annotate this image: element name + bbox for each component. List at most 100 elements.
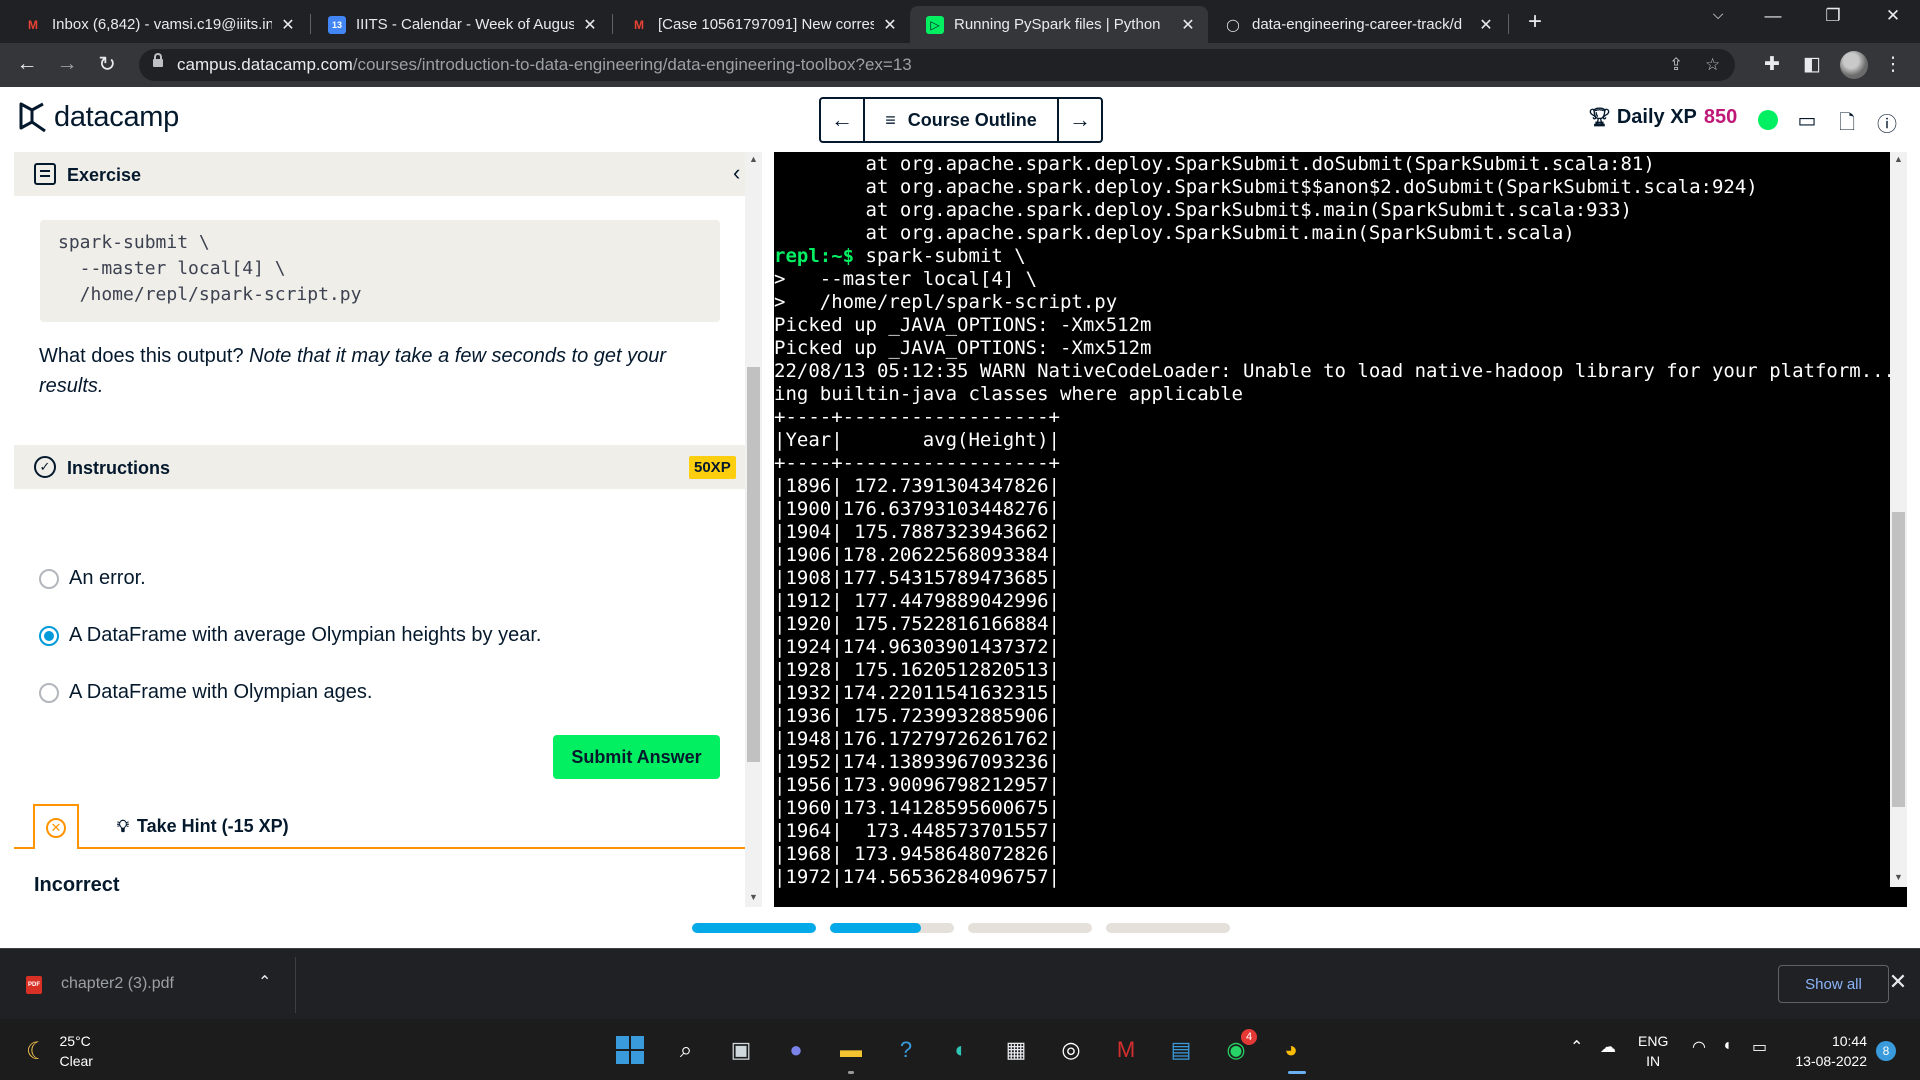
system-clock[interactable]: 10:44 13-08-2022 — [1785, 1031, 1867, 1071]
terminal-output-line: 22/08/13 05:12:35 WARN NativeCodeLoader:… — [774, 360, 1907, 382]
course-outline-button[interactable]: ≡ Course Outline — [863, 99, 1059, 141]
close-tab-icon[interactable]: ✕ — [278, 15, 298, 35]
forward-arrow-icon[interactable]: → — [52, 52, 82, 76]
scroll-up-icon[interactable]: ▲ — [1890, 154, 1907, 164]
browser-tab-calendar[interactable]: 13 IIITS - Calendar - Week of August ✕ — [312, 6, 610, 43]
browser-tab-gmail-case[interactable]: M [Case 10561797091] New corresp ✕ — [614, 6, 910, 43]
time: 10:44 — [1831, 1033, 1867, 1049]
tab-separator — [612, 14, 613, 34]
microsoft-store-icon[interactable]: ▦ — [1000, 1034, 1032, 1066]
radio-button[interactable] — [39, 682, 59, 703]
info-icon[interactable]: ⓘ — [1875, 108, 1899, 137]
previous-exercise-button[interactable]: ← — [821, 99, 863, 141]
video-icon[interactable]: ▭ — [1795, 108, 1819, 133]
answer-option-1[interactable]: An error. — [39, 567, 146, 590]
answer-option-label: A DataFrame with Olympian ages. — [69, 681, 373, 703]
help-icon[interactable]: ? — [890, 1034, 922, 1066]
terminal-continuation-line: > /home/repl/spark-script.py — [774, 291, 1118, 313]
temperature: 25°C — [59, 1033, 91, 1049]
share-icon[interactable]: ⇪ — [1669, 55, 1683, 75]
check-circle-icon: ✓ — [34, 456, 56, 478]
running-indicator — [848, 1071, 854, 1074]
browser-tab-github[interactable]: ◯ data-engineering-career-track/d ✕ — [1208, 6, 1506, 43]
wifi-icon[interactable]: ◠ — [1692, 1037, 1706, 1057]
radio-button-selected[interactable] — [39, 625, 59, 646]
tab-title: Inbox (6,842) - vamsi.c19@iiits.in — [52, 16, 272, 33]
address-bar[interactable]: campus.datacamp.com/courses/introduction… — [139, 49, 1735, 81]
tab-title: Running PySpark files | Python — [954, 16, 1161, 33]
menu-kebab-icon[interactable]: ⋮ — [1880, 53, 1906, 76]
edge-browser-icon[interactable]: ◐ — [945, 1034, 977, 1066]
terminal-output-line: |1904| 175.7887323943662| — [774, 521, 1060, 543]
chrome-icon[interactable]: ◕ — [1275, 1034, 1307, 1066]
scroll-up-icon[interactable]: ▲ — [745, 154, 762, 164]
lock-icon[interactable] — [153, 53, 163, 69]
close-tab-icon[interactable]: ✕ — [580, 15, 600, 35]
close-tab-icon[interactable]: ✕ — [1476, 15, 1496, 35]
menu-icon: ≡ — [885, 109, 896, 130]
terminal-output-line: |1924|174.96303901437372| — [774, 636, 1060, 658]
github-desktop-icon[interactable]: ◎ — [1055, 1034, 1087, 1066]
weather-widget[interactable]: ☾ 25°C Clear — [26, 1031, 93, 1071]
status-indicator — [1758, 110, 1778, 130]
pdf-icon: PDF — [26, 976, 42, 994]
side-panel-icon[interactable]: ◧ — [1799, 53, 1825, 76]
desktop-app-icon[interactable]: ▤ — [1165, 1034, 1197, 1066]
tab-title: [Case 10561797091] New corresp — [658, 16, 874, 33]
hint-label: Take Hint (-15 XP) — [136, 816, 289, 836]
radio-button[interactable] — [39, 568, 59, 589]
whatsapp-icon[interactable]: ◉ 4 — [1220, 1029, 1257, 1066]
back-arrow-icon[interactable]: ← — [12, 52, 42, 76]
exercise-scrollbar[interactable]: ▲ ▼ — [745, 152, 762, 907]
scroll-down-icon[interactable]: ▼ — [745, 892, 762, 902]
cloud-icon[interactable]: ☁ — [1600, 1037, 1616, 1057]
profile-avatar[interactable] — [1840, 51, 1868, 79]
close-window-icon[interactable]: ✕ — [1878, 6, 1908, 26]
notification-badge[interactable]: 8 — [1876, 1041, 1896, 1061]
mcafee-icon[interactable]: M — [1110, 1034, 1142, 1066]
scroll-down-icon[interactable]: ▼ — [1890, 872, 1907, 882]
reload-icon[interactable]: ↻ — [92, 52, 122, 77]
extensions-icon[interactable]: ✚ — [1759, 53, 1785, 76]
incorrect-tab[interactable]: ✕ — [33, 804, 79, 849]
search-icon[interactable]: ⌕ — [670, 1034, 702, 1066]
tab-search-icon[interactable]: ⌵ — [1703, 6, 1733, 23]
submit-answer-button[interactable]: Submit Answer — [553, 735, 720, 779]
browser-toolbar: ← → ↻ campus.datacamp.com/courses/introd… — [0, 43, 1920, 87]
close-circle-icon: ✕ — [46, 818, 66, 838]
take-hint-button[interactable]: 💡︎ Take Hint (-15 XP) — [117, 816, 289, 837]
terminal-scrollbar[interactable]: ▲ ▼ — [1890, 152, 1907, 887]
language-indicator[interactable]: ENG IN — [1638, 1031, 1668, 1071]
file-explorer-icon[interactable]: ▬ — [835, 1034, 867, 1066]
browser-tab-datacamp[interactable]: ▷ Running PySpark files | Python ✕ — [910, 6, 1208, 43]
daily-xp[interactable]: 🏆︎ Daily XP 850 — [1588, 106, 1737, 129]
bookmark-star-icon[interactable]: ☆ — [1705, 55, 1720, 75]
url-text[interactable]: campus.datacamp.com/courses/introduction… — [177, 55, 912, 75]
chevron-up-icon[interactable]: ⌃ — [1570, 1037, 1583, 1057]
datacamp-logo[interactable]: datacamp — [18, 101, 179, 134]
answer-option-2[interactable]: A DataFrame with average Olympian height… — [39, 624, 541, 647]
browser-tab-gmail-inbox[interactable]: M Inbox (6,842) - vamsi.c19@iiits.in ✕ — [8, 6, 308, 43]
scrollbar-thumb[interactable] — [1892, 512, 1905, 807]
start-icon[interactable] — [614, 1034, 646, 1066]
download-file-name[interactable]: chapter2 (3).pdf — [61, 975, 174, 993]
restore-icon[interactable]: ❐ — [1818, 6, 1848, 26]
show-all-button[interactable]: Show all — [1778, 965, 1889, 1003]
close-download-bar-icon[interactable]: ✕ — [1888, 969, 1908, 995]
teams-chat-icon[interactable]: ● — [780, 1034, 812, 1066]
minimize-icon[interactable]: — — [1758, 6, 1788, 26]
collapse-chevron-icon[interactable]: ‹ — [733, 160, 745, 186]
next-exercise-button[interactable]: → — [1059, 99, 1101, 141]
close-tab-icon[interactable]: ✕ — [1178, 15, 1198, 35]
task-view-icon[interactable]: ▣ — [725, 1034, 757, 1066]
scrollbar-thumb[interactable] — [747, 367, 760, 762]
volume-icon[interactable]: ◖ — [1722, 1037, 1732, 1055]
new-tab-button[interactable]: + — [1521, 8, 1549, 36]
terminal-output-line: |1964| 173.448573701557| — [774, 820, 1060, 842]
answer-option-3[interactable]: A DataFrame with Olympian ages. — [39, 681, 372, 704]
terminal-shell[interactable]: at org.apache.spark.deploy.SparkSubmit.d… — [774, 152, 1907, 907]
slides-icon[interactable]: 🗋︎ — [1835, 108, 1859, 142]
battery-icon[interactable]: ▭ — [1752, 1037, 1767, 1057]
chevron-up-icon[interactable]: ⌃ — [258, 972, 271, 992]
close-tab-icon[interactable]: ✕ — [880, 15, 900, 35]
